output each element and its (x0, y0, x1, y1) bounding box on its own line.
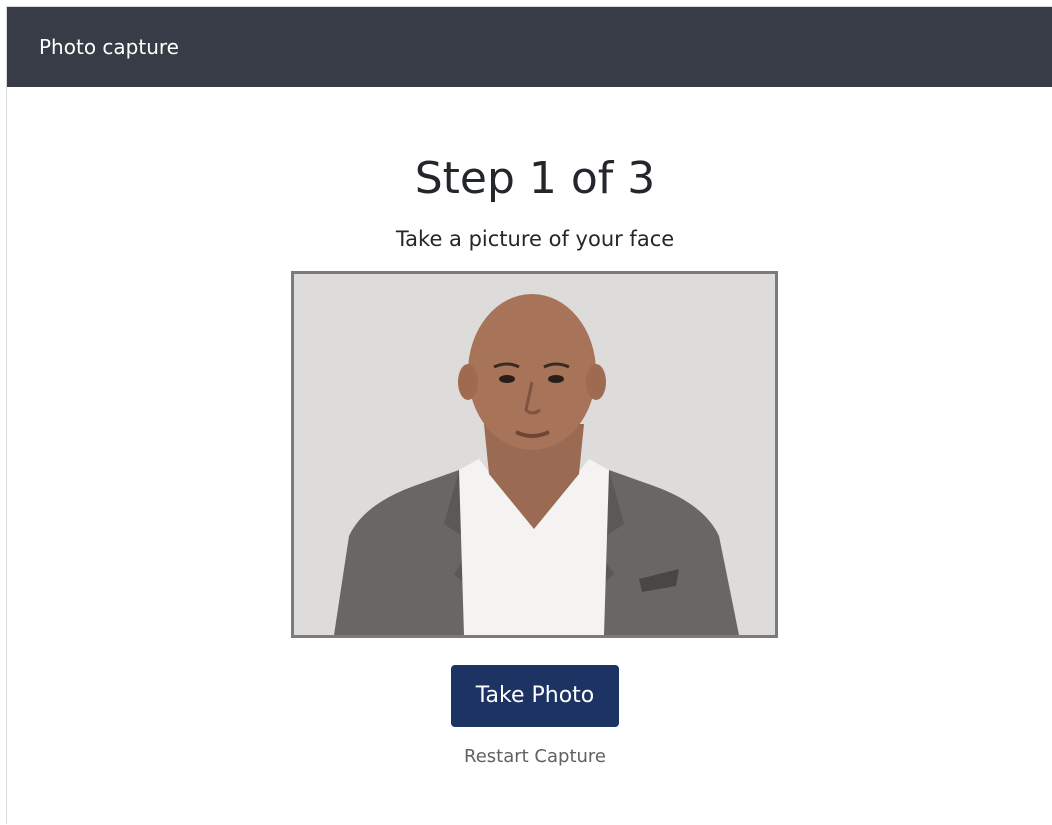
header-bar: Photo capture (7, 7, 1052, 87)
captured-face-image (294, 274, 775, 635)
instruction-text: Take a picture of your face (395, 227, 675, 251)
camera-preview (291, 271, 778, 638)
header-title: Photo capture (39, 35, 179, 59)
step-title: Step 1 of 3 (414, 153, 656, 204)
take-photo-button[interactable]: Take Photo (451, 665, 619, 727)
capture-panel: Photo capture Step 1 of 3 Take a picture… (6, 6, 1052, 824)
restart-capture-link[interactable]: Restart Capture (7, 745, 1052, 769)
capture-content: Step 1 of 3 Take a picture of your face (7, 87, 1052, 825)
